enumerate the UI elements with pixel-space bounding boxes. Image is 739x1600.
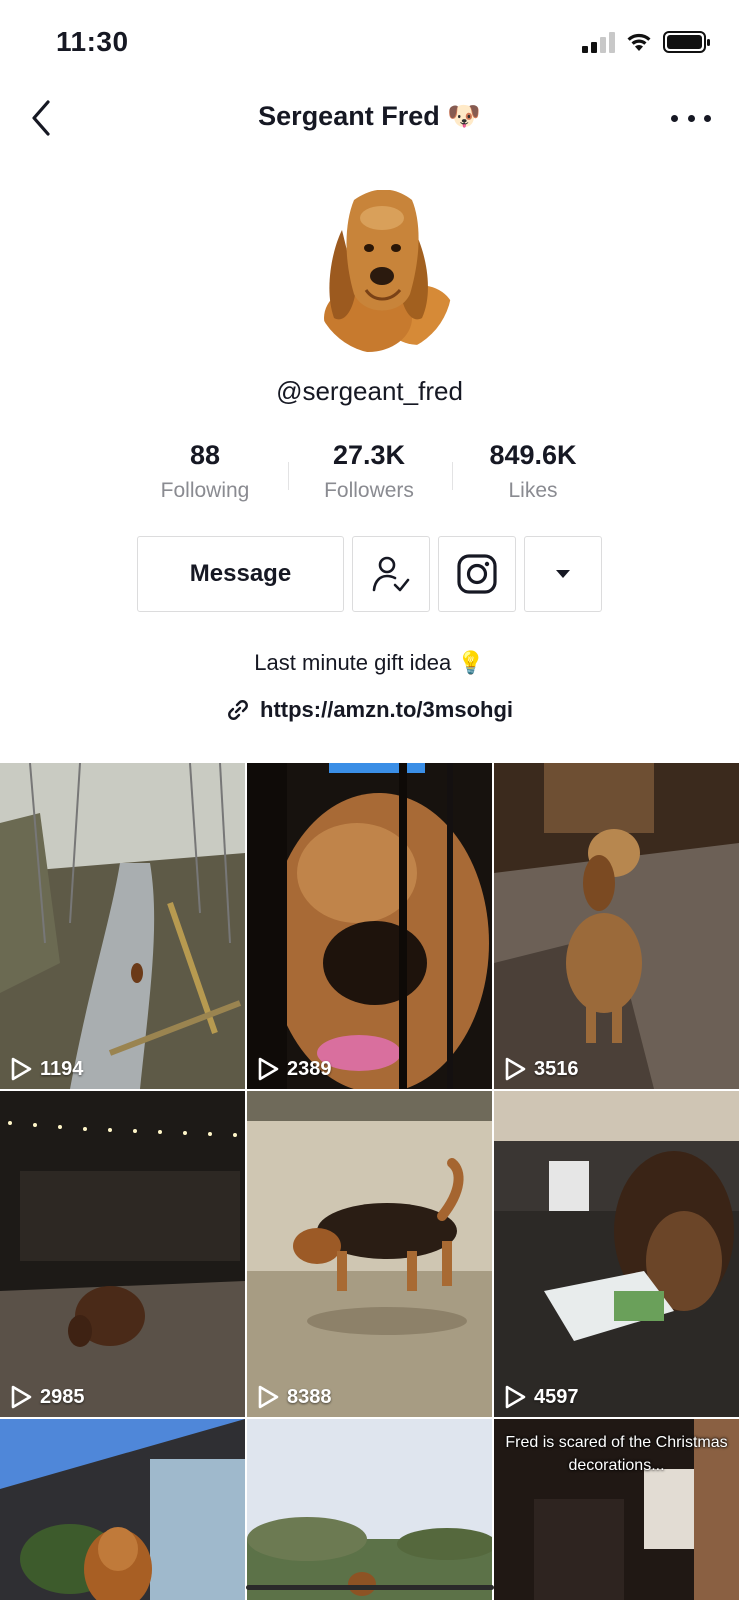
more-actions-dropdown[interactable] — [524, 536, 602, 612]
view-count-text: 8388 — [287, 1385, 332, 1408]
likes-count: 849.6K — [489, 440, 577, 470]
play-icon — [11, 1057, 32, 1081]
caret-down-icon — [556, 570, 570, 578]
followers-label: Followers — [324, 479, 414, 502]
following-label: Following — [160, 479, 250, 502]
view-count: 2389 — [257, 1057, 332, 1081]
play-icon — [505, 1057, 526, 1081]
video-caption: Fred is scared of the Christmas decorati… — [505, 1434, 728, 1475]
followers-count: 27.3K — [332, 440, 406, 470]
stat-divider — [452, 462, 453, 490]
likes-stat[interactable]: 849.6K Likes — [463, 440, 603, 503]
view-count: 3516 — [504, 1057, 579, 1081]
view-count-text: 2389 — [287, 1057, 332, 1080]
play-icon — [505, 1385, 526, 1409]
status-time: 11:30 — [56, 26, 129, 57]
followers-stat[interactable]: 27.3K Followers — [299, 440, 439, 503]
view-count-text: 3516 — [534, 1057, 579, 1080]
likes-label: Likes — [508, 479, 558, 502]
video-thumbnail[interactable]: Fred is scared of the Christmas decorati… — [494, 1419, 739, 1600]
instagram-icon — [457, 554, 497, 594]
profile-link[interactable]: https://amzn.to/3msohgi — [0, 697, 739, 723]
video-thumbnail[interactable]: 2389 — [247, 763, 492, 1089]
message-button[interactable]: Message — [137, 536, 344, 612]
video-thumbnail[interactable]: 8388 — [247, 1091, 492, 1417]
video-thumbnail[interactable] — [0, 1419, 245, 1600]
user-check-icon — [372, 556, 410, 592]
profile-handle: @sergeant_fred — [276, 376, 463, 406]
avatar[interactable] — [314, 190, 452, 356]
view-count-text: 2985 — [40, 1385, 85, 1408]
dot-icon — [687, 114, 695, 122]
video-thumbnail[interactable]: 1194 — [0, 763, 245, 1089]
more-options-button[interactable] — [671, 106, 711, 130]
top-nav: Sergeant Fred 🐶 — [0, 88, 739, 148]
profile-link-text: https://amzn.to/3msohgi — [260, 697, 513, 722]
view-count: 4597 — [504, 1385, 579, 1409]
link-icon — [228, 700, 248, 720]
dot-icon — [704, 114, 711, 122]
view-count: 1194 — [10, 1057, 83, 1081]
stat-divider — [288, 462, 289, 490]
following-stat[interactable]: 88 Following — [135, 440, 275, 503]
view-count: 2985 — [10, 1385, 85, 1409]
status-bar: 11:30 — [0, 0, 739, 88]
play-icon — [258, 1385, 279, 1409]
wifi-icon — [627, 33, 651, 51]
cellular-signal-icon — [582, 31, 615, 53]
dot-icon — [671, 114, 678, 122]
video-thumbnail[interactable] — [247, 1419, 492, 1600]
home-indicator — [246, 1585, 494, 1590]
page-title: Sergeant Fred 🐶 — [258, 101, 481, 131]
profile-bio: Last minute gift idea 💡 — [254, 650, 485, 675]
play-icon — [11, 1385, 32, 1409]
video-thumbnail[interactable]: 2985 — [0, 1091, 245, 1417]
view-count-text: 1194 — [40, 1057, 84, 1080]
status-icons — [582, 30, 711, 54]
play-icon — [258, 1057, 279, 1081]
view-count: 8388 — [257, 1385, 332, 1409]
view-count-text: 4597 — [534, 1385, 579, 1408]
battery-icon — [663, 31, 710, 53]
instagram-button[interactable] — [438, 536, 516, 612]
following-count: 88 — [189, 440, 221, 470]
following-status-button[interactable] — [352, 536, 430, 612]
video-thumbnail[interactable]: 3516 — [494, 763, 739, 1089]
video-thumbnail[interactable]: 4597 — [494, 1091, 739, 1417]
